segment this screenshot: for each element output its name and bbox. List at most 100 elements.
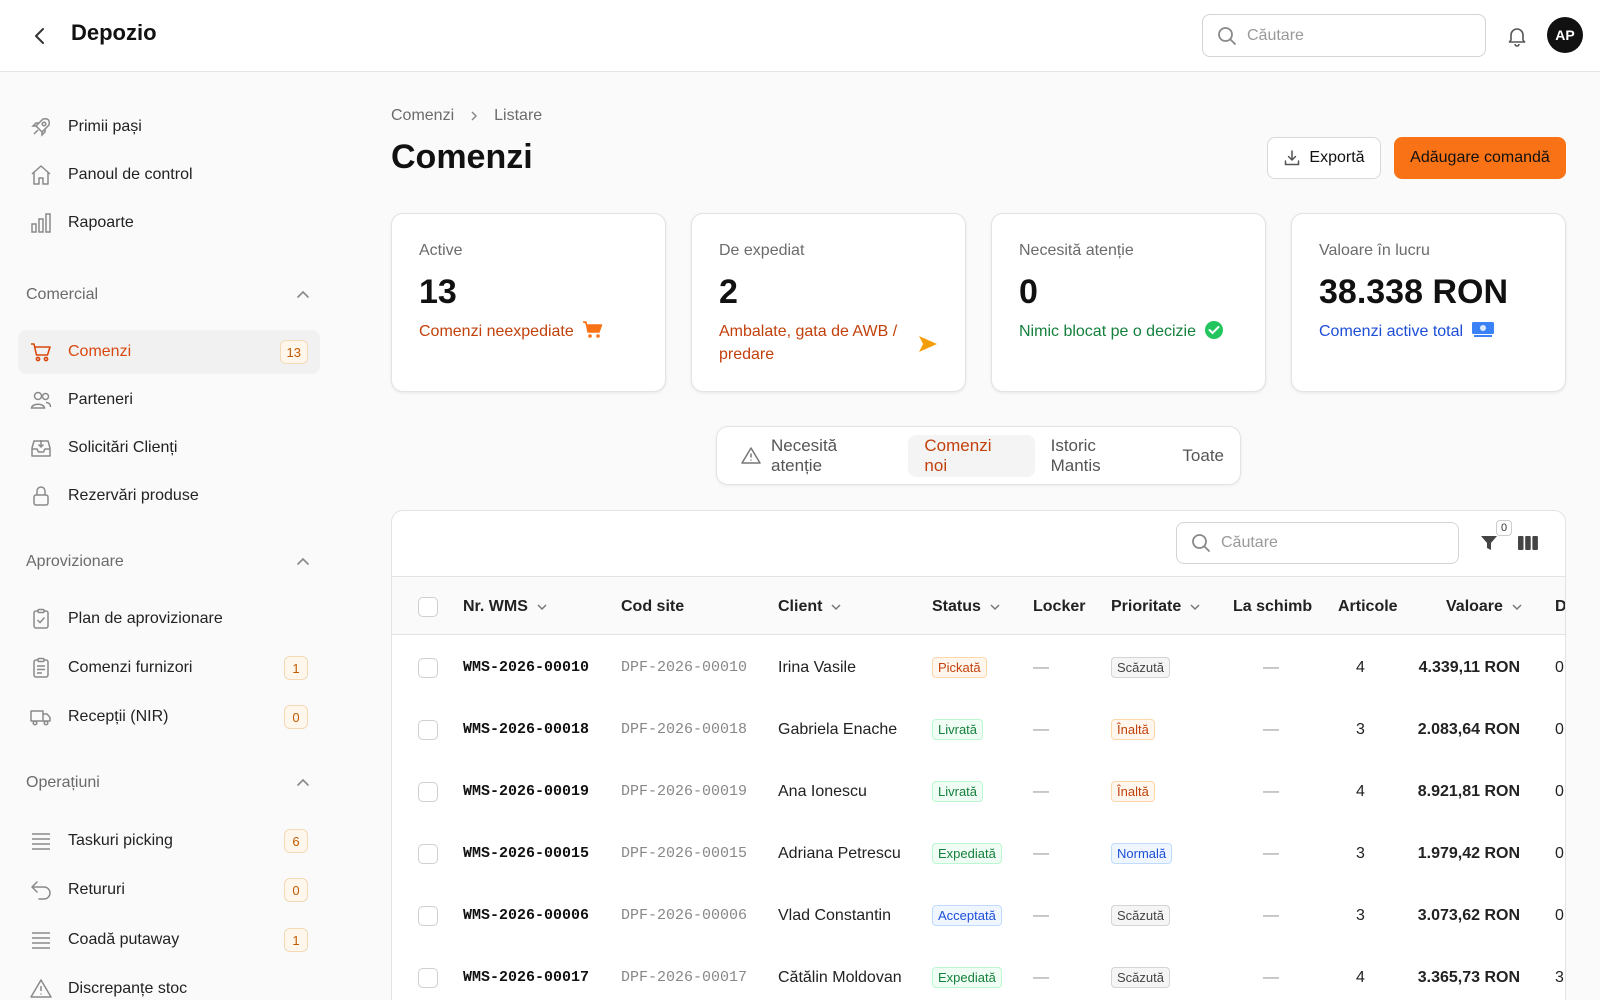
cell-nr-wms[interactable]: WMS-2026-00017 [463, 946, 589, 1000]
priority-badge: Normală [1111, 843, 1173, 864]
sidebar-item-receptii-nir[interactable]: Recepții (NIR) 0 [18, 695, 320, 739]
row-checkbox[interactable] [418, 719, 438, 740]
sidebar-item-rezervari-produse[interactable]: Rezervări produse [18, 474, 320, 518]
select-all-checkbox[interactable] [418, 596, 438, 617]
filter-count-badge: 0 [1496, 520, 1512, 536]
export-label: Exportă [1309, 149, 1365, 166]
export-button[interactable]: Exportă [1267, 137, 1381, 179]
col-valoare[interactable]: Valoare [1446, 577, 1523, 636]
cell-client: Adriana Petrescu [778, 844, 901, 862]
row-checkbox[interactable] [418, 905, 438, 926]
col-label: Status [932, 597, 981, 615]
sidebar-item-label: Solicitări Clienți [68, 439, 178, 456]
cell-status: Expediată [932, 822, 1002, 885]
cell-nr-wms[interactable]: WMS-2026-00019 [463, 760, 589, 823]
sidebar-item-label: Discrepanțe stoc [68, 980, 188, 997]
add-order-button[interactable]: Adăugare comandă [1394, 137, 1566, 179]
sidebar-item-plan-aprovizionare[interactable]: Plan de aprovizionare [18, 597, 320, 641]
row-select-cell [418, 636, 438, 699]
stat-card-active[interactable]: Active 13 Comenzi neexpediate [391, 213, 666, 392]
sidebar-item-label: Panoul de control [68, 166, 193, 183]
tab-toate[interactable]: Toate [1166, 435, 1240, 477]
card-title: De expediat [719, 242, 805, 259]
orders-table: 0 Nr. WMS Cod site Client Status Locker … [391, 510, 1566, 1000]
back-button[interactable] [26, 22, 54, 50]
col-label: Cod site [621, 597, 685, 615]
chevron-right-icon [468, 110, 480, 122]
cell-cod-site: DPF-2026-00018 [621, 721, 748, 738]
col-status[interactable]: Status [932, 577, 1001, 636]
stat-card-necesita-atentie[interactable]: Necesită atenție 0 Nimic blocat pe o dec… [991, 213, 1266, 392]
tab-comenzi-noi[interactable]: Comenzi noi [908, 434, 1035, 477]
user-avatar[interactable]: AP [1547, 17, 1583, 53]
sidebar-item-retururi[interactable]: Retururi 0 [18, 868, 320, 912]
cell-articole: 3 [1356, 906, 1365, 924]
tab-necesita-atentie[interactable]: Necesită atenție [725, 435, 908, 477]
section-operatiuni-toggle[interactable]: Operațiuni [26, 774, 310, 792]
cell-status: Acceptată [932, 884, 1002, 947]
section-title: Operațiuni [26, 774, 100, 791]
sidebar-item-coada-putaway[interactable]: Coadă putaway 1 [18, 918, 320, 962]
section-comercial-toggle[interactable]: Comercial [26, 286, 310, 304]
col-prioritate[interactable]: Prioritate [1111, 577, 1201, 636]
chevron-up-icon [297, 778, 309, 786]
sidebar-item-comenzi-furnizori[interactable]: Comenzi furnizori 1 [18, 646, 320, 690]
status-badge: Expediată [932, 843, 1002, 864]
table-row[interactable]: WMS-2026-00017 DPF-2026-00017 Cătălin Mold… [392, 946, 1565, 1000]
tab-label: Necesită atenție [771, 435, 838, 475]
table-search[interactable] [1176, 522, 1459, 564]
row-checkbox[interactable] [418, 967, 438, 988]
tab-istoric-mantis[interactable]: Istoric Mantis [1035, 435, 1167, 477]
card-value: 2 [719, 273, 738, 311]
col-label: D [1555, 597, 1566, 615]
cart-icon [582, 320, 604, 340]
row-checkbox[interactable] [418, 657, 438, 678]
tab-label: Toate [1182, 445, 1224, 465]
filter-icon [1481, 536, 1497, 550]
global-search[interactable] [1202, 14, 1486, 57]
sidebar-item-label: Comenzi [68, 343, 132, 360]
chevron-down-icon [1511, 601, 1523, 613]
stat-card-valoare-in-lucru[interactable]: Valoare în lucru 38.338 RON Comenzi acti… [1291, 213, 1566, 392]
table-search-input[interactable] [1221, 534, 1441, 552]
stat-card-de-expediat[interactable]: De expediat 2 Ambalate, gata de AWB / pr… [691, 213, 966, 392]
table-row[interactable]: WMS-2026-00010 DPF-2026-00010 Irina Vasile… [392, 636, 1565, 699]
card-value: 13 [419, 273, 457, 311]
row-checkbox[interactable] [418, 843, 438, 864]
top-bar: Depozio AP [0, 0, 1600, 72]
sidebar-item-comenzi[interactable]: Comenzi 13 [18, 330, 320, 374]
sidebar-item-parteneri[interactable]: Parteneri [18, 378, 320, 422]
global-search-input[interactable] [1247, 26, 1467, 45]
cell-valoare: 3.073,62 RON [1417, 906, 1520, 924]
notifications-button[interactable] [1503, 22, 1531, 50]
breadcrumb-parent[interactable]: Comenzi [391, 107, 454, 125]
cell-nr-wms[interactable]: WMS-2026-00010 [463, 636, 589, 699]
sidebar-item-rapoarte[interactable]: Rapoarte [18, 201, 320, 245]
card-subtitle: Ambalate, gata de AWB / predare [719, 323, 898, 363]
section-aprovizionare-toggle[interactable]: Aprovizionare [26, 553, 310, 571]
table-row[interactable]: WMS-2026-00015 DPF-2026-00015 Adriana Petr… [392, 822, 1565, 885]
sidebar-item-taskuri-picking[interactable]: Taskuri picking 6 [18, 819, 320, 863]
sidebar-item-label: Rapoarte [68, 214, 134, 231]
table-row[interactable]: WMS-2026-00019 DPF-2026-00019 Ana Ionescu L… [392, 760, 1565, 823]
cell-nr-wms[interactable]: WMS-2026-00015 [463, 822, 589, 885]
count-badge: 1 [284, 928, 308, 952]
cell-articole: 4 [1356, 968, 1365, 986]
sidebar-item-solicitari-clienti[interactable]: Solicitări Clienți [18, 426, 320, 470]
cell-nr-wms[interactable]: WMS-2026-00006 [463, 884, 589, 947]
table-row[interactable]: WMS-2026-00018 DPF-2026-00018 Gabriela Ena… [392, 698, 1565, 761]
cell-la-schimb: — [1263, 782, 1279, 800]
table-header: Nr. WMS Cod site Client Status Locker Pr… [392, 576, 1566, 636]
sidebar-item-primii-pasi[interactable]: Primii pași [18, 105, 320, 149]
cell-nr-wms[interactable]: WMS-2026-00018 [463, 698, 589, 761]
columns-button[interactable] [1516, 531, 1540, 555]
sidebar-item-panoul-de-control[interactable]: Panoul de control [18, 153, 320, 197]
inbox-icon [28, 435, 54, 461]
table-row[interactable]: WMS-2026-00006 DPF-2026-00006 Vlad Constan… [392, 884, 1565, 947]
col-nr-wms[interactable]: Nr. WMS [463, 577, 548, 636]
col-client[interactable]: Client [778, 577, 842, 636]
col-label: Articole [1338, 597, 1398, 615]
sidebar-item-discrepante-stoc[interactable]: Discrepanțe stoc [18, 967, 320, 1000]
row-checkbox[interactable] [418, 781, 438, 802]
cell-client: Ana Ionescu [778, 782, 867, 800]
